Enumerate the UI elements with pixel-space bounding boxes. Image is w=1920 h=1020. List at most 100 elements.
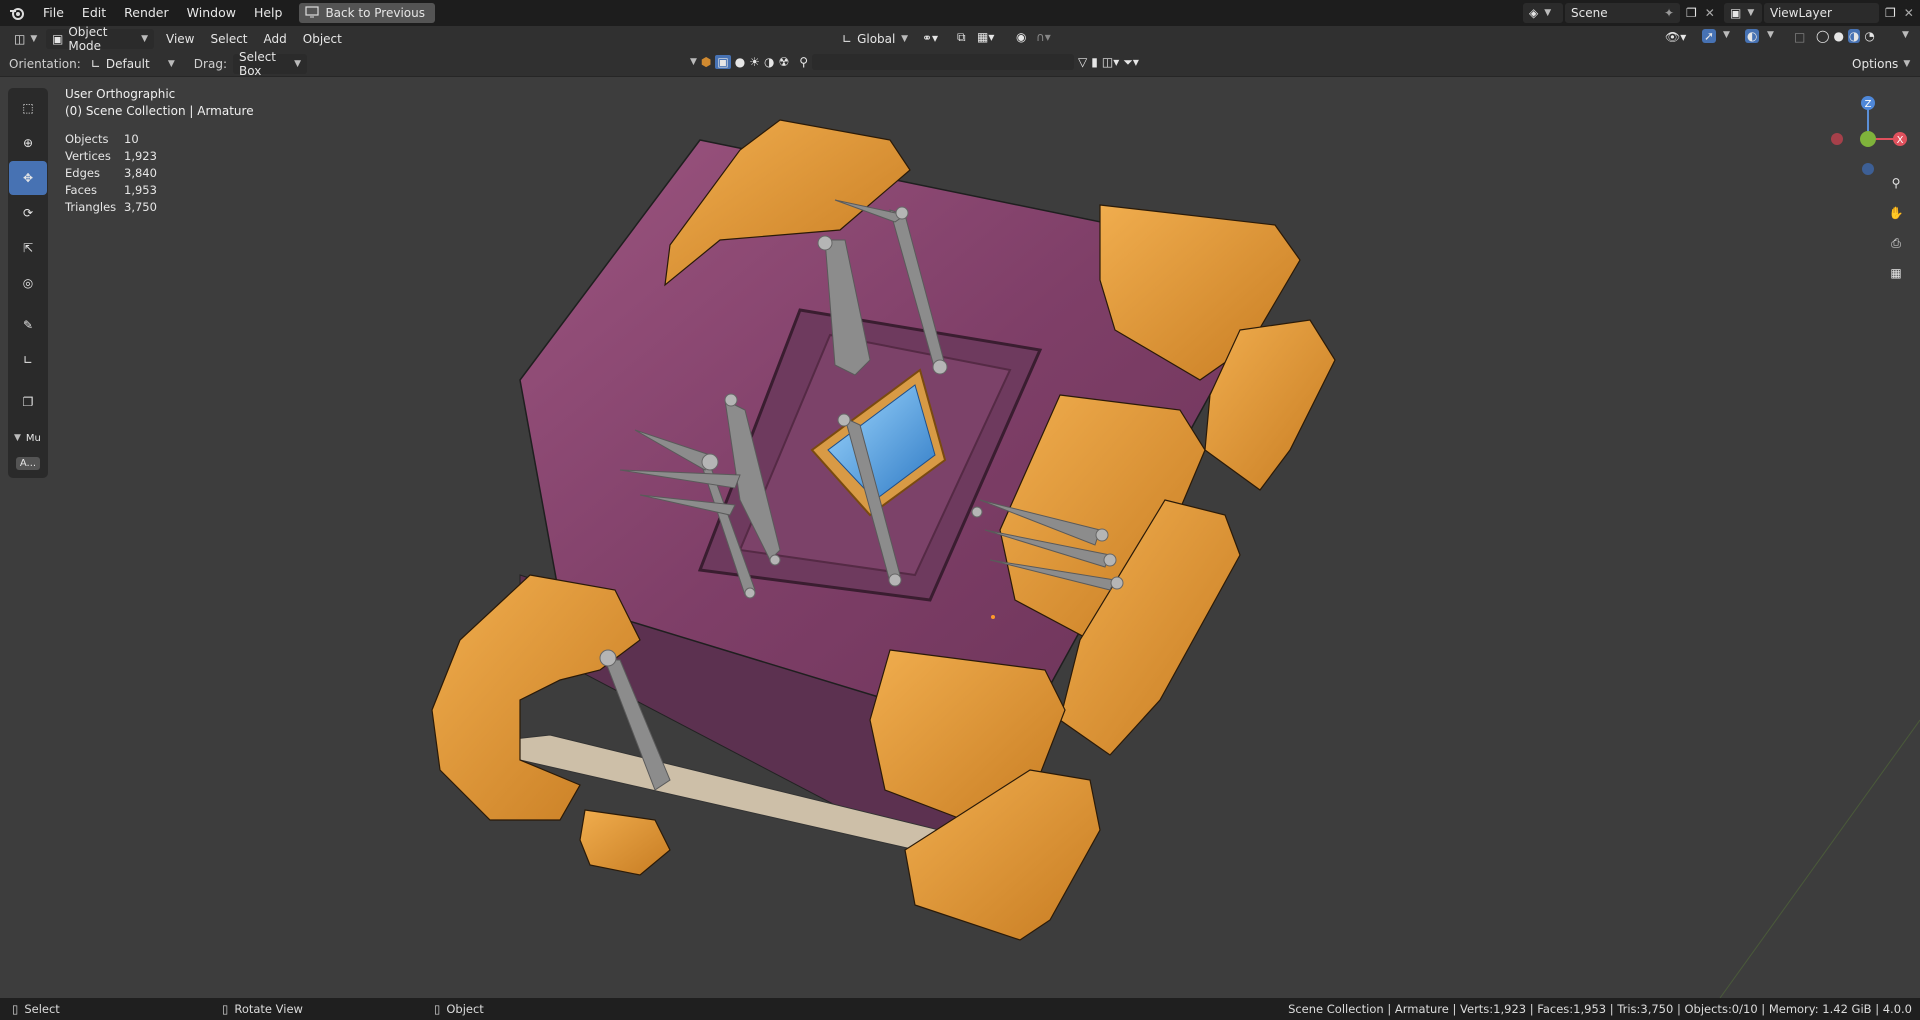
sphere-filter-icon[interactable]: ● [735, 55, 745, 69]
falloff-icon[interactable]: ∩▾ [1036, 30, 1051, 44]
tool-panel-header[interactable]: ▼ Mu [8, 426, 48, 450]
filter-dropdown-icon[interactable]: ▼ [690, 57, 697, 67]
add-cube-tool[interactable]: ❐ [9, 385, 47, 419]
panel-collapse-icon[interactable]: ▼ [14, 433, 21, 443]
render-layers-icon: ▣ [1730, 6, 1742, 20]
clasp-bottom-left [579, 809, 671, 876]
blender-logo-icon[interactable] [0, 0, 34, 26]
navigation-gizmo[interactable]: Z X [1820, 87, 1910, 177]
world-filter-icon[interactable]: ◑ [764, 55, 774, 69]
proportional-edit-icon[interactable]: ◉ [1016, 30, 1026, 44]
object-type-icon[interactable]: ⬢ [701, 55, 711, 69]
overlays-toggle-icon[interactable]: ◐ [1745, 29, 1760, 43]
armature-filter-icon[interactable]: ☢ [778, 55, 789, 69]
mode-dropdown[interactable]: ▣ Object Mode ▼ [46, 25, 154, 53]
measure-tool[interactable]: ∟ [9, 343, 47, 377]
pivot-point-icon[interactable]: ⚭▾ [922, 31, 938, 45]
select-box-tool[interactable]: ⬚ [9, 91, 47, 125]
solid-shading-icon[interactable]: ● [1833, 29, 1843, 43]
menu-render[interactable]: Render [115, 0, 178, 26]
joint [744, 587, 756, 599]
mouse-middle-icon: ▯ [222, 1002, 229, 1016]
viewport-filter-bar: ▼ ⬢ ▣ ● ☀ ◑ ☢ ⚲ ▽ ▮ ◫▾ ⏷▾ [690, 54, 1139, 70]
left-toolbar: ⬚ ⊕ ✥ ⟳ ⇱ ◎ ✎ ∟ ❐ ▼ Mu A... [8, 88, 48, 478]
material-shading-icon[interactable]: ◑ [1847, 29, 1861, 43]
delete-viewlayer-icon[interactable]: ✕ [1904, 6, 1914, 20]
zoom-icon[interactable]: ⚲ [1884, 171, 1908, 195]
snap-icon[interactable]: ⧉ [957, 30, 966, 45]
editor-type-dropdown[interactable]: ◫ ▼ [8, 29, 42, 49]
pin-icon[interactable]: ✦ [1664, 6, 1674, 20]
pencil-icon: ✎ [22, 318, 34, 332]
wireframe-shading-icon[interactable]: ◯ [1816, 29, 1829, 43]
menu-file[interactable]: File [34, 0, 73, 26]
visibility-icon[interactable]: 👁▾ [1665, 30, 1686, 44]
stat-label: Edges [65, 166, 100, 180]
snap-target-icon[interactable]: ▦▾ [977, 30, 994, 44]
gizmo-x-label: X [1897, 135, 1904, 146]
search-input[interactable] [812, 54, 1075, 70]
status-select: ▯ Select [12, 1002, 60, 1016]
camera-icon[interactable]: ⎙ [1884, 231, 1908, 255]
gizmo-neg-x-axis[interactable] [1831, 133, 1843, 145]
delete-scene-icon[interactable]: ✕ [1705, 6, 1715, 20]
panel-button[interactable]: A... [15, 456, 41, 470]
move-tool[interactable]: ✥ [9, 161, 47, 195]
sort-icon[interactable]: ◫▾ [1102, 55, 1119, 69]
viewlayer-type-dropdown[interactable]: ▣ ▼ [1724, 3, 1762, 23]
grid-view-icon[interactable]: ▦ [1884, 261, 1908, 285]
scene-selector: ◈ ▼ Scene ✦ ❐ ✕ [1523, 2, 1715, 24]
gizmo-neg-z-axis[interactable] [1862, 163, 1874, 175]
stat-label: Faces [65, 183, 97, 197]
shading-dropdown-icon[interactable]: ▼ [1902, 30, 1909, 40]
transform-tool[interactable]: ◎ [9, 266, 47, 300]
orientation-value: Default [105, 57, 150, 71]
new-scene-icon[interactable]: ❐ [1686, 6, 1697, 20]
joint [701, 453, 719, 471]
rotate-tool[interactable]: ⟳ [9, 196, 47, 230]
top-menu-bar: File Edit Render Window Help Back to Pre… [0, 0, 1920, 26]
funnel-icon[interactable]: ⏷▾ [1123, 55, 1139, 70]
stat-value: 1,923 [124, 149, 157, 163]
gizmo-toggle-icon[interactable]: ➚ [1702, 29, 1717, 43]
shading-modes: ◯ ● ◑ ◔ [1816, 29, 1875, 43]
orientation-icon: ∟ [842, 32, 853, 46]
gizmo-dropdown-icon[interactable]: ▼ [1723, 30, 1730, 40]
header-menu-object[interactable]: Object [295, 32, 350, 46]
header-menu-add[interactable]: Add [256, 32, 295, 46]
transform-orientation-dropdown[interactable]: ∟ Global ▼ [836, 29, 914, 49]
overlays-dropdown-icon[interactable]: ▼ [1767, 30, 1774, 40]
light-filter-icon[interactable]: ☀ [749, 55, 760, 69]
annotate-tool[interactable]: ✎ [9, 308, 47, 342]
scene-name-field[interactable]: Scene ✦ [1565, 3, 1680, 23]
scene-type-dropdown[interactable]: ◈ ▼ [1523, 3, 1563, 23]
options-dropdown[interactable]: Options ▼ [1846, 54, 1916, 74]
scale-tool[interactable]: ⇱ [9, 231, 47, 265]
joint [769, 554, 781, 566]
stat-label: Triangles [65, 200, 117, 214]
3d-viewport[interactable]: Z X ⚲ ✋ ⎙ ▦ [0, 77, 1920, 998]
search-icon: ⚲ [799, 55, 809, 69]
gizmo-y-axis[interactable] [1860, 131, 1876, 147]
scale-icon: ⇱ [22, 241, 34, 255]
drag-dropdown[interactable]: Select Box ▼ [232, 50, 307, 78]
menu-edit[interactable]: Edit [73, 0, 115, 26]
rendered-shading-icon[interactable]: ◔ [1864, 29, 1874, 43]
orientation-dropdown[interactable]: ∟ Default ▼ [85, 54, 181, 74]
header-menu-view[interactable]: View [158, 32, 202, 46]
menu-help[interactable]: Help [245, 0, 292, 26]
viewlayer-name-field[interactable]: ViewLayer [1764, 3, 1879, 23]
new-viewlayer-icon[interactable]: ❐ [1885, 6, 1896, 20]
back-to-previous-button[interactable]: Back to Previous [299, 3, 435, 23]
joint [1095, 528, 1109, 542]
menu-window[interactable]: Window [178, 0, 245, 26]
stat-row: Edges 3,840 [65, 165, 157, 182]
xray-icon[interactable]: □ [1794, 30, 1805, 44]
cursor-tool[interactable]: ⊕ [9, 126, 47, 160]
stat-row: Vertices 1,923 [65, 148, 157, 165]
clear-filter-icon[interactable]: ▽ [1078, 55, 1087, 69]
select-filter-icon[interactable]: ▣ [715, 55, 731, 69]
header-menu-select[interactable]: Select [202, 32, 255, 46]
hand-pan-icon[interactable]: ✋ [1884, 201, 1908, 225]
bookmark-icon[interactable]: ▮ [1091, 55, 1098, 69]
